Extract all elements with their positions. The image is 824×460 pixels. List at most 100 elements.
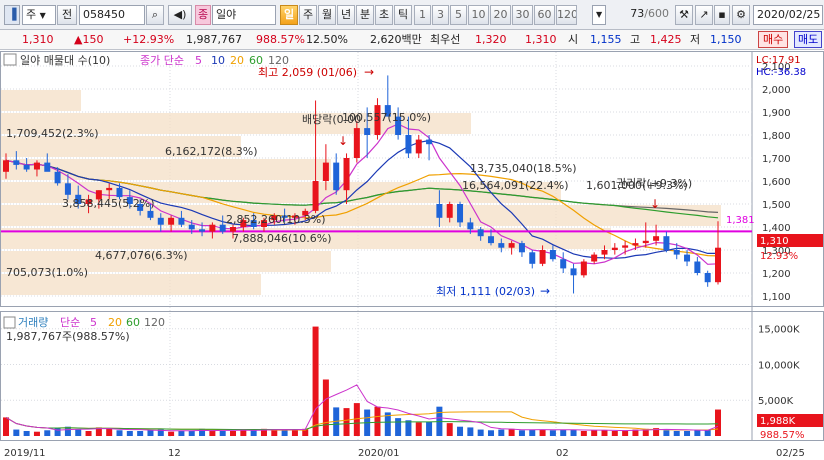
- interval-button-60[interactable]: 60: [534, 5, 555, 25]
- y-tick-label: 1,800: [762, 131, 791, 142]
- x-axis-label: 02: [556, 448, 569, 459]
- volume-checkbox-icon: [3, 316, 16, 329]
- open-label: 시: [568, 33, 579, 46]
- settings-icon[interactable]: ⚙: [732, 5, 750, 25]
- y-tick-label: 1,200: [762, 269, 791, 280]
- high-price: 1,425: [650, 33, 682, 46]
- interval-button-1[interactable]: 1: [414, 5, 431, 25]
- stock-chart[interactable]: 2,1002,0001,9001,8001,7001,6001,5001,400…: [0, 51, 824, 460]
- interval-button-3[interactable]: 3: [432, 5, 449, 25]
- chart-icon[interactable]: ↗: [695, 5, 713, 25]
- candle-body: [498, 243, 505, 248]
- interval-button-30[interactable]: 30: [512, 5, 533, 25]
- high-annotation: 최고 2,059 (01/06): [258, 66, 357, 79]
- candle-body: [539, 250, 546, 264]
- y-tick-label: 1,600: [762, 177, 791, 188]
- candle-body: [188, 224, 195, 230]
- volume-bar: [106, 428, 113, 436]
- volume-profile-label: 100,557(15.0%): [342, 111, 431, 124]
- interval-button-5[interactable]: 5: [450, 5, 467, 25]
- trade-amount: 2,620백만: [370, 33, 422, 46]
- candle-body: [333, 162, 340, 191]
- volume-ma-line-20: [5, 411, 719, 431]
- volume-tick-label: 5,000K: [758, 396, 794, 407]
- candle-body: [663, 236, 670, 250]
- volume-bar: [312, 326, 319, 436]
- volume-bar: [487, 430, 494, 436]
- volume-legend-ma-120: 120: [144, 316, 165, 329]
- period-tab-3[interactable]: 년: [337, 5, 355, 25]
- high-arrow-icon: →: [364, 65, 374, 79]
- y-tick-label: 1,100: [762, 292, 791, 303]
- volume-bar: [395, 418, 402, 436]
- period-tab-0[interactable]: 일: [280, 5, 298, 25]
- volume-legend-title: 거래량: [18, 316, 48, 329]
- period-tab-2[interactable]: 월: [318, 5, 336, 25]
- price-legend-ma-20: 20: [230, 54, 244, 67]
- volume-tick-label: 10,000K: [758, 360, 800, 371]
- volume-readout: 1,987,767주(988.57%): [6, 330, 130, 343]
- market-select[interactable]: 주 ▼: [22, 5, 56, 25]
- interval-button-10[interactable]: 10: [468, 5, 489, 25]
- period-tab-1[interactable]: 주: [299, 5, 317, 25]
- speaker-icon[interactable]: ◀): [168, 5, 192, 25]
- volume-bar: [374, 406, 381, 436]
- candle-body: [591, 254, 598, 262]
- volume-bar: [44, 430, 51, 436]
- price-legend-ma-10: 10: [211, 54, 225, 67]
- volume-bar: [250, 430, 257, 436]
- volume-bar: [673, 430, 680, 436]
- chart-area[interactable]: 2,100 2,000 1,900 1,800 1,700 1,600 1,500 1,400…: [0, 51, 824, 460]
- candle-body: [529, 252, 536, 264]
- candle-body: [684, 254, 691, 262]
- volume-profile-label: 1,601,000(+9.3%): [586, 179, 688, 192]
- candle-body: [178, 217, 185, 225]
- toolbar: ▐ 주 ▼ 전 058450 ⌕ ◀) 종 일야 일주월년분초틱 1 3 5 10 20…: [0, 0, 824, 30]
- volume-bar: [426, 421, 433, 436]
- volume-bar: [529, 429, 536, 436]
- volume-bar: [209, 430, 216, 436]
- volume-bar: [168, 431, 175, 436]
- sell-button[interactable]: 매도: [794, 31, 823, 48]
- price-legend-ma: 종가 단순: [140, 54, 184, 67]
- period-tab-6[interactable]: 틱: [394, 5, 412, 25]
- candle-body: [611, 247, 618, 250]
- current-volume-percent-label: 988.57%: [760, 430, 805, 441]
- buy-button[interactable]: 매수: [758, 31, 789, 48]
- candle-body: [446, 204, 453, 218]
- tools-icon[interactable]: ⚒: [675, 5, 693, 25]
- data-count[interactable]: 73/600: [608, 5, 672, 25]
- interval-button-120[interactable]: 120: [556, 5, 577, 25]
- save-icon[interactable]: ▪: [714, 5, 730, 25]
- volume-bar: [85, 430, 92, 436]
- candle-body: [322, 162, 329, 181]
- hline-label: 1,381: [726, 215, 755, 226]
- volume-bar: [33, 431, 40, 436]
- current-price-axis-label: 1,310: [760, 236, 789, 247]
- candle-body: [518, 243, 525, 253]
- candle-body: [209, 224, 216, 232]
- candle-body: [467, 222, 474, 230]
- period-tab-4[interactable]: 분: [356, 5, 374, 25]
- interval-dropdown[interactable]: ▼: [592, 5, 606, 25]
- volume-bar: [147, 430, 154, 436]
- date-field[interactable]: 2020/02/25: [753, 5, 823, 25]
- search-icon[interactable]: ⌕: [146, 5, 164, 25]
- stock-code-input[interactable]: 058450: [79, 5, 145, 25]
- stock-name-field[interactable]: 일야: [212, 5, 276, 25]
- volume-bar: [75, 429, 82, 436]
- volume-bar: [446, 423, 453, 436]
- period-tab-5[interactable]: 초: [375, 5, 393, 25]
- all-button[interactable]: 전: [57, 5, 77, 25]
- volume-profile-label: 6,162,172(8.3%): [165, 145, 258, 158]
- volume-bar: [457, 426, 464, 436]
- price-legend-ma-5: 5: [195, 54, 202, 67]
- candle-body: [106, 187, 113, 191]
- hc-readout: HC:-36.38: [756, 67, 806, 78]
- volume-bar: [137, 430, 144, 436]
- current-volume-axis-label: 1,988K: [760, 416, 796, 427]
- interval-button-20[interactable]: 20: [490, 5, 511, 25]
- chart-type-icon[interactable]: ▐: [4, 5, 20, 25]
- dividend-arrow-icon: ↓: [338, 134, 348, 148]
- volume-bar: [715, 409, 721, 436]
